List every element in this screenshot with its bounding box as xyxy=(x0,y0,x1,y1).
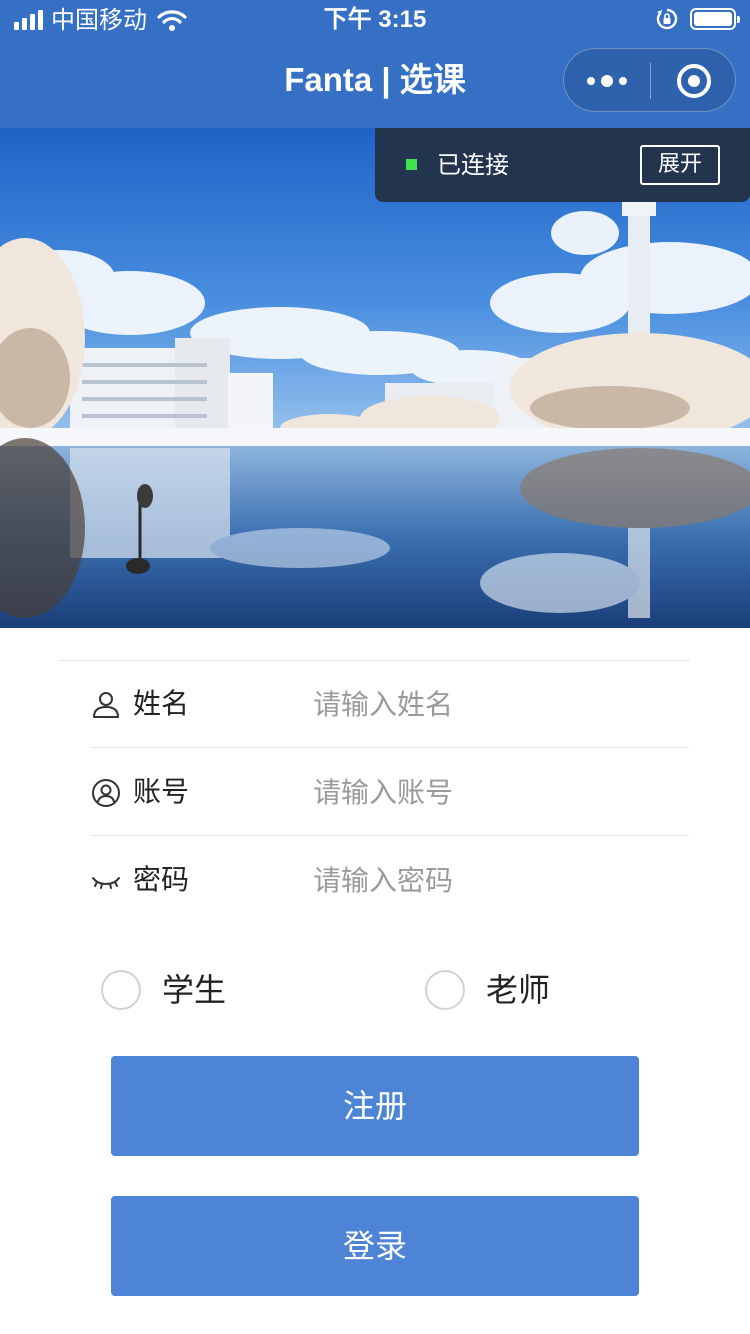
name-field-row: 姓名 xyxy=(91,660,689,748)
account-input[interactable] xyxy=(313,770,683,814)
teacher-radio[interactable] xyxy=(425,970,465,1010)
connection-status-text: 已连接 xyxy=(437,151,509,179)
status-bar: 中国移动 下午 3:15 xyxy=(0,0,750,40)
closed-eye-icon xyxy=(92,877,120,889)
rotation-lock-icon xyxy=(656,8,678,30)
student-radio[interactable] xyxy=(101,970,141,1010)
password-label: 密码 xyxy=(133,863,190,896)
teacher-label: 老师 xyxy=(486,971,551,1009)
status-time: 下午 3:15 xyxy=(323,6,427,33)
password-field-row: 密码 xyxy=(91,836,689,924)
role-option-student[interactable]: 学生 xyxy=(101,968,226,1012)
login-button[interactable]: 登录 xyxy=(111,1196,639,1296)
expand-button[interactable]: 展开 xyxy=(640,145,720,185)
status-right xyxy=(656,8,740,30)
campus-lake-photo xyxy=(0,128,750,628)
name-label: 姓名 xyxy=(133,687,190,720)
connection-status-popup: 已连接 展开 xyxy=(375,128,750,202)
top-bar: 中国移动 下午 3:15 Fanta | 选课 xyxy=(0,0,750,128)
account-label: 账号 xyxy=(133,775,190,808)
name-input[interactable] xyxy=(313,682,683,726)
account-field-row: 账号 xyxy=(91,748,689,836)
register-button[interactable]: 注册 xyxy=(111,1056,639,1156)
student-label: 学生 xyxy=(162,971,227,1009)
role-option-teacher[interactable]: 老师 xyxy=(425,968,550,1012)
account-circle-icon xyxy=(92,779,120,807)
password-input[interactable] xyxy=(313,858,683,902)
user-icon xyxy=(93,692,119,718)
more-dots-icon[interactable] xyxy=(564,49,650,113)
campus-banner-image xyxy=(0,128,750,628)
mini-program-capsule xyxy=(563,48,736,112)
connected-indicator-icon xyxy=(406,159,417,170)
close-target-icon[interactable] xyxy=(651,49,737,113)
battery-icon xyxy=(690,8,740,30)
